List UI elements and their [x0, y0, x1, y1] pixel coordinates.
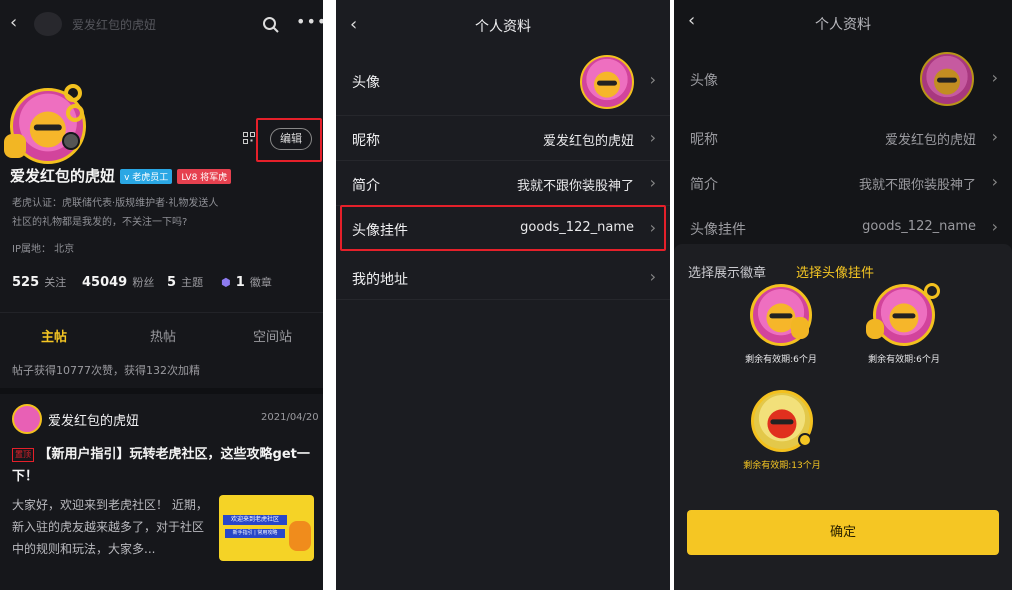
- row-bio[interactable]: 简介 我就不跟你装股神了 ›: [674, 161, 1012, 205]
- ip-location: IP属地： 北京: [12, 244, 75, 255]
- selected-check-icon: [798, 433, 812, 447]
- post-title[interactable]: 置顶 【新用户指引】玩转老虎社区，这些攻略get一下！: [12, 444, 314, 488]
- profile-avatar[interactable]: [4, 84, 92, 170]
- row-avatar[interactable]: 头像 ›: [336, 48, 670, 116]
- search-icon[interactable]: [262, 16, 280, 34]
- edit-highlight-box: [256, 118, 322, 162]
- post-date: 2021/04/20: [261, 412, 319, 423]
- pendant-bottom-sheet: 选择展示徽章 选择头像挂件 剩余有效期:6个月 剩余有效期:6个月 剩余有效期:…: [674, 244, 1012, 590]
- avatar-thumbnail: [580, 55, 634, 109]
- tab-hot-posts[interactable]: 热帖: [150, 326, 176, 345]
- tiger-mascot-icon: [289, 521, 311, 551]
- pendant-highlight-box: [340, 205, 666, 251]
- likes-summary: 帖子获得10777次赞，获得132次加精: [12, 364, 200, 377]
- page-title: 个人资料: [815, 17, 871, 33]
- stat-followers[interactable]: 45049 粉丝: [82, 271, 154, 290]
- badge-icon: ⬢: [221, 276, 231, 289]
- post-author-avatar[interactable]: [12, 404, 42, 434]
- page-title: 个人资料: [475, 19, 531, 35]
- profile-name-line: 爱发红包的虎妞 v 老虎员工 LV8 将军虎: [10, 165, 232, 186]
- more-icon[interactable]: •••: [296, 12, 323, 31]
- row-nickname[interactable]: 昵称 爱发红包的虎妞 ›: [674, 116, 1012, 160]
- pinned-tag: 置顶: [12, 447, 34, 462]
- personal-info-screen: ‹ 个人资料 头像 › 昵称 爱发红包的虎妞 › 简介 我就不跟你装股神了 › …: [336, 0, 670, 590]
- post-excerpt: 大家好，欢迎来到老虎社区！ 近期，新入驻的虎友越来越多了，对于社区中的规则和玩法…: [12, 498, 208, 556]
- back-icon[interactable]: ‹: [10, 12, 17, 33]
- profile-name: 爱发红包的虎妞: [10, 167, 116, 185]
- pendant-option-1[interactable]: 剩余有效期:6个月: [741, 284, 821, 365]
- bio-line-2: 社区的礼物都是我发的，不关注一下吗?: [12, 217, 188, 228]
- post-author[interactable]: 爱发红包的虎妞: [48, 410, 139, 429]
- verified-icon: [62, 132, 80, 150]
- pendant-option-3[interactable]: 剩余有效期:13个月: [742, 390, 822, 471]
- stat-following[interactable]: 525 关注: [12, 271, 66, 290]
- stat-badges[interactable]: ⬢ 1 徽章: [221, 271, 272, 290]
- tab-select-pendant[interactable]: 选择头像挂件: [796, 262, 874, 281]
- row-avatar[interactable]: 头像 ›: [674, 46, 1012, 114]
- staff-badge: v 老虎员工: [120, 169, 173, 184]
- chevron-right-icon: ›: [649, 267, 656, 286]
- chevron-right-icon: ›: [649, 128, 656, 147]
- confirm-button[interactable]: 确定: [687, 510, 999, 555]
- stat-topics[interactable]: 5 主题: [167, 271, 203, 290]
- avatar-thumbnail: [920, 52, 974, 106]
- chevron-right-icon: ›: [991, 217, 998, 236]
- header-name: 爱发红包的虎妞: [72, 18, 157, 32]
- chevron-right-icon: ›: [649, 70, 656, 89]
- chevron-right-icon: ›: [991, 68, 998, 87]
- qr-code-icon[interactable]: [243, 132, 255, 144]
- row-nickname[interactable]: 昵称 爱发红包的虎妞 ›: [336, 117, 670, 161]
- tab-select-badge[interactable]: 选择展示徽章: [688, 262, 766, 281]
- pendant-picker-screen: ‹ 个人资料 头像 › 昵称 爱发红包的虎妞 › 简介 我就不跟你装股神了 › …: [674, 0, 1012, 590]
- chevron-right-icon: ›: [991, 172, 998, 191]
- chevron-right-icon: ›: [991, 127, 998, 146]
- header-avatar: [34, 12, 62, 36]
- pendant-option-2[interactable]: 剩余有效期:6个月: [864, 283, 944, 365]
- chevron-right-icon: ›: [649, 173, 656, 192]
- profile-screen: ‹ 爱发红包的虎妞 ••• 编辑 爱发红包的虎妞 v 老虎员工 LV8 将军虎 …: [0, 0, 323, 590]
- row-address[interactable]: 我的地址 ›: [336, 256, 670, 300]
- bio-line-1: 老虎认证：虎联储代表·版规维护者·礼物发送人: [12, 198, 219, 209]
- post-thumbnail[interactable]: 欢迎来到老虎社区 新手指引 | 常用攻略: [219, 495, 314, 561]
- tab-main-posts[interactable]: 主帖: [41, 326, 67, 345]
- tab-space-station[interactable]: 空间站: [253, 326, 292, 345]
- row-bio[interactable]: 简介 我就不跟你装股神了 ›: [336, 162, 670, 206]
- level-badge: LV8 将军虎: [177, 169, 232, 184]
